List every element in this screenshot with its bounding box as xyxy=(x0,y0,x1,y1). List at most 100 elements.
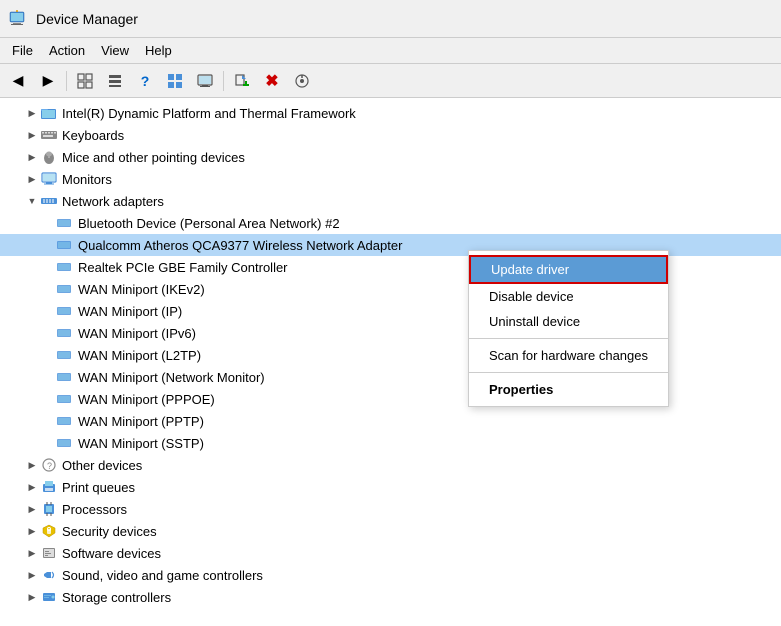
network-device-icon xyxy=(56,435,74,451)
tree-item-network[interactable]: ▼ Network adapters xyxy=(0,190,781,212)
tree-label: Processors xyxy=(62,502,127,517)
network-device-icon xyxy=(56,237,74,253)
tree-item-keyboards[interactable]: ▶ Keyboards xyxy=(0,124,781,146)
expand-icon: ▶ xyxy=(24,105,40,121)
network-device-icon xyxy=(56,391,74,407)
help-button[interactable]: ? xyxy=(131,67,159,95)
disable-device-item[interactable]: Disable device xyxy=(469,284,668,309)
software-icon xyxy=(40,545,58,561)
properties-item[interactable]: Properties xyxy=(469,377,668,402)
network-device-icon xyxy=(56,347,74,363)
tree-label: Qualcomm Atheros QCA9377 Wireless Networ… xyxy=(78,238,402,253)
other-icon: ? xyxy=(40,457,58,473)
content-area: ▶ Intel(R) Dynamic Platform and Thermal … xyxy=(0,98,781,626)
toolbar: ◀ ▶ ? xyxy=(0,64,781,98)
tree-item-wan-sstp[interactable]: ▶ WAN Miniport (SSTP) xyxy=(0,432,781,454)
expand-icon: ▶ xyxy=(24,501,40,517)
storage-icon xyxy=(40,589,58,605)
tree-label: Sound, video and game controllers xyxy=(62,568,263,583)
tree-label: Realtek PCIe GBE Family Controller xyxy=(78,260,288,275)
network-device-icon xyxy=(56,369,74,385)
tree-label: Print queues xyxy=(62,480,135,495)
tree-item-sound[interactable]: ▶ Sound, video and game controllers xyxy=(0,564,781,586)
title-bar-text: Device Manager xyxy=(36,11,138,27)
tree-label: Storage controllers xyxy=(62,590,171,605)
tree-label: Bluetooth Device (Personal Area Network)… xyxy=(78,216,340,231)
tree-label: Other devices xyxy=(62,458,142,473)
tree-label: WAN Miniport (IKEv2) xyxy=(78,282,205,297)
expand-icon: ▶ xyxy=(24,523,40,539)
monitor-button[interactable] xyxy=(191,67,219,95)
tree-item-processors[interactable]: ▶ Processors xyxy=(0,498,781,520)
tree-label: Monitors xyxy=(62,172,112,187)
network-device-icon xyxy=(56,259,74,275)
tree-item-security[interactable]: ▶ Security devices xyxy=(0,520,781,542)
grid1-button[interactable] xyxy=(71,67,99,95)
network-device-icon xyxy=(56,281,74,297)
tree-item-mice[interactable]: ▶ Mice and other pointing devices xyxy=(0,146,781,168)
print-icon xyxy=(40,479,58,495)
context-menu: Update driver Disable device Uninstall d… xyxy=(468,250,669,407)
tree-item-print[interactable]: ▶ Print queues xyxy=(0,476,781,498)
expand-icon: ▶ xyxy=(24,567,40,583)
tree-item-storage[interactable]: ▶ Storage controllers xyxy=(0,586,781,608)
tree-label: Network adapters xyxy=(62,194,164,209)
properties-label: Properties xyxy=(489,382,553,397)
tree-label: Mice and other pointing devices xyxy=(62,150,245,165)
grid2-button[interactable] xyxy=(101,67,129,95)
mouse-icon xyxy=(40,149,58,165)
tree-label: Intel(R) Dynamic Platform and Thermal Fr… xyxy=(62,106,356,121)
disable-device-label: Disable device xyxy=(489,289,574,304)
keyboard-icon xyxy=(40,127,58,143)
scan-hardware-item[interactable]: Scan for hardware changes xyxy=(469,343,668,368)
processor-icon xyxy=(40,501,58,517)
tree-item-wan-pptp[interactable]: ▶ WAN Miniport (PPTP) xyxy=(0,410,781,432)
update-driver-label: Update driver xyxy=(491,262,569,277)
tree-item-intel[interactable]: ▶ Intel(R) Dynamic Platform and Thermal … xyxy=(0,102,781,124)
menu-file[interactable]: File xyxy=(4,41,41,60)
delete-button[interactable]: ✖ xyxy=(258,67,286,95)
forward-button[interactable]: ▶ xyxy=(34,67,62,95)
tree-item-bluetooth[interactable]: ▶ Bluetooth Device (Personal Area Networ… xyxy=(0,212,781,234)
sound-icon xyxy=(40,567,58,583)
menu-action[interactable]: Action xyxy=(41,41,93,60)
expand-icon: ▶ xyxy=(24,589,40,605)
security-icon xyxy=(40,523,58,539)
title-bar: Device Manager xyxy=(0,0,781,38)
scan-hardware-label: Scan for hardware changes xyxy=(489,348,648,363)
expand-icon: ▶ xyxy=(24,457,40,473)
folder-icon xyxy=(40,105,58,121)
back-button[interactable]: ◀ xyxy=(4,67,32,95)
uninstall-device-item[interactable]: Uninstall device xyxy=(469,309,668,334)
tree-item-monitors[interactable]: ▶ Monitors xyxy=(0,168,781,190)
network-device-icon xyxy=(56,325,74,341)
grid3-button[interactable] xyxy=(161,67,189,95)
new-action-button[interactable] xyxy=(228,67,256,95)
tree-label: WAN Miniport (PPPOE) xyxy=(78,392,215,407)
context-separator-1 xyxy=(469,338,668,339)
tree-label: Keyboards xyxy=(62,128,124,143)
expand-icon: ▶ xyxy=(24,479,40,495)
toolbar-separator-2 xyxy=(223,71,224,91)
tree-label: Software devices xyxy=(62,546,161,561)
expand-icon: ▶ xyxy=(24,171,40,187)
svg-text:?: ? xyxy=(47,461,52,471)
network-device-icon xyxy=(56,303,74,319)
menu-view[interactable]: View xyxy=(93,41,137,60)
context-separator-2 xyxy=(469,372,668,373)
tree-label: WAN Miniport (PPTP) xyxy=(78,414,204,429)
refresh-button[interactable] xyxy=(288,67,316,95)
network-device-icon xyxy=(56,215,74,231)
tree-label: WAN Miniport (SSTP) xyxy=(78,436,204,451)
update-driver-item[interactable]: Update driver xyxy=(469,255,668,284)
tree-label: Security devices xyxy=(62,524,157,539)
menu-bar: File Action View Help xyxy=(0,38,781,64)
tree-label: WAN Miniport (IP) xyxy=(78,304,182,319)
uninstall-device-label: Uninstall device xyxy=(489,314,580,329)
tree-item-other[interactable]: ▶ ? Other devices xyxy=(0,454,781,476)
menu-help[interactable]: Help xyxy=(137,41,180,60)
expand-icon: ▶ xyxy=(24,127,40,143)
expand-icon: ▶ xyxy=(24,149,40,165)
tree-item-software[interactable]: ▶ Software devices xyxy=(0,542,781,564)
title-bar-icon xyxy=(8,9,28,29)
